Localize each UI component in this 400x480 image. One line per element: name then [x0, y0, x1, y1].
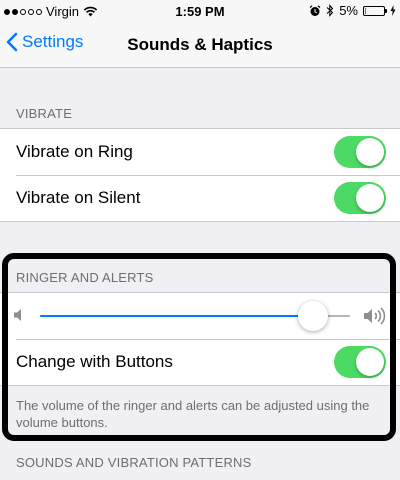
speaker-high-icon: [364, 307, 386, 325]
vibrate-on-silent-toggle[interactable]: [334, 182, 386, 214]
battery-level: [365, 7, 366, 14]
bluetooth-icon: [326, 4, 334, 17]
ringer-volume-row: [0, 293, 400, 339]
status-bar: Virgin 1:59 PM 5%: [0, 0, 400, 24]
section-header-ringer: RINGER AND ALERTS: [16, 270, 154, 285]
vibrate-on-ring-label: Vibrate on Ring: [16, 142, 133, 161]
section-header-vibrate: VIBRATE: [16, 106, 73, 121]
navigation-bar: Settings Sounds & Haptics: [0, 24, 400, 68]
vibrate-group: Vibrate on Ring Vibrate on Silent: [0, 128, 400, 222]
section-header-patterns: SOUNDS AND VIBRATION PATTERNS: [16, 455, 252, 470]
change-with-buttons-row: Change with Buttons: [0, 339, 400, 385]
vibrate-on-ring-row: Vibrate on Ring: [0, 129, 400, 175]
vibrate-on-silent-row: Vibrate on Silent: [0, 175, 400, 221]
status-indicators: 5%: [309, 3, 396, 18]
vibrate-on-ring-toggle[interactable]: [334, 136, 386, 168]
change-with-buttons-label: Change with Buttons: [16, 352, 173, 371]
speaker-low-icon: [14, 309, 21, 321]
change-with-buttons-toggle[interactable]: [334, 346, 386, 378]
alarm-icon: [309, 4, 321, 16]
battery-icon: [363, 5, 387, 16]
charging-icon: [390, 5, 396, 16]
vibrate-on-silent-label: Vibrate on Silent: [16, 188, 141, 207]
page-title: Sounds & Haptics: [127, 35, 273, 54]
ringer-footer-text: The volume of the ringer and alerts can …: [16, 398, 370, 430]
slider-thumb[interactable]: [297, 301, 328, 331]
ringer-volume-slider[interactable]: [40, 301, 350, 331]
ringer-group: Change with Buttons: [0, 292, 400, 386]
battery-percentage: 5%: [339, 3, 358, 18]
slider-fill: [40, 315, 313, 317]
